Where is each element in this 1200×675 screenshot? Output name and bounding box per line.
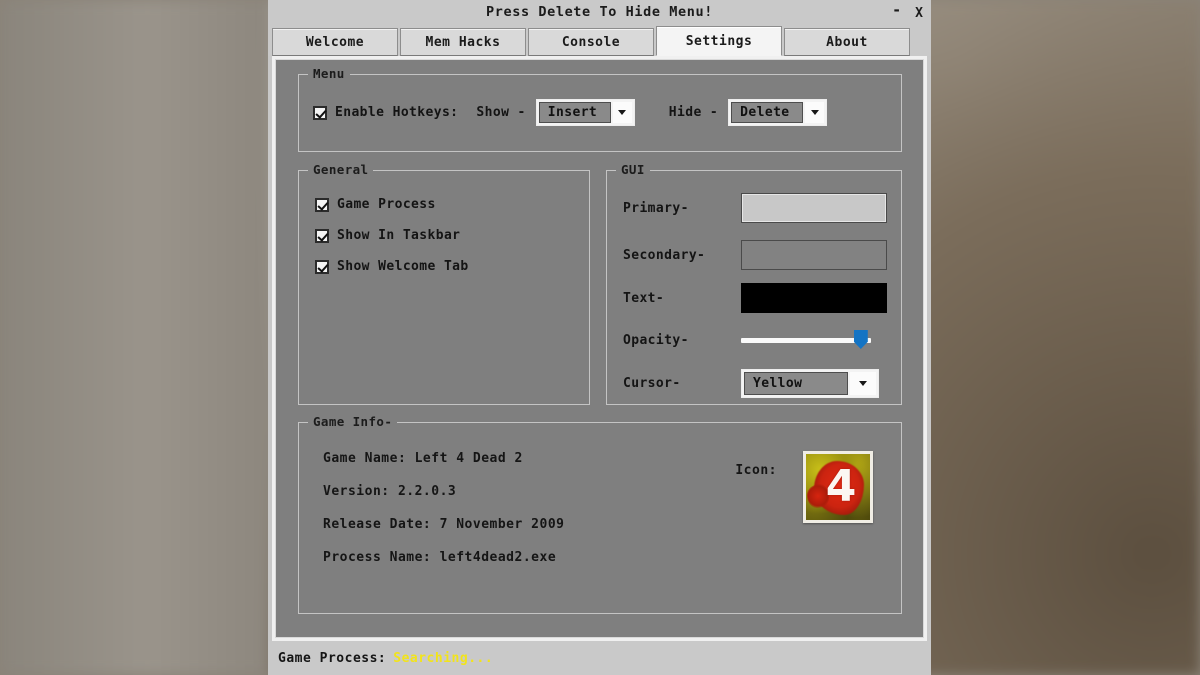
general-item-show-in-taskbar[interactable]: Show In Taskbar [315, 228, 460, 243]
gui-group-title: GUI [616, 162, 650, 177]
game-info-group: Game Info- Game Name: Left 4 Dead 2 Vers… [298, 422, 902, 614]
status-bar-value: Searching... [393, 651, 493, 666]
tab-settings[interactable]: Settings [656, 26, 782, 56]
close-button[interactable]: X [915, 7, 923, 20]
tab-label: Console [562, 35, 620, 50]
game-icon-art: 4 [806, 454, 870, 520]
text-color-label: Text- [623, 291, 741, 306]
primary-color-label: Primary- [623, 201, 741, 216]
game-icon: 4 [803, 451, 873, 523]
general-group-title: General [308, 162, 373, 177]
secondary-color-row: Secondary- [623, 240, 887, 270]
general-item-show-welcome-tab[interactable]: Show Welcome Tab [315, 259, 469, 274]
show-in-taskbar-checkbox[interactable] [315, 229, 329, 243]
hide-hotkey-label: Hide - [669, 105, 718, 120]
status-bar: Game Process: Searching... [268, 641, 931, 675]
secondary-color-swatch[interactable] [741, 240, 887, 270]
version-text: Version: 2.2.0.3 [323, 484, 456, 499]
cursor-dropdown[interactable]: Yellow [741, 369, 879, 398]
process-name-text: Process Name: left4dead2.exe [323, 550, 556, 565]
icon-label: Icon: [735, 463, 777, 478]
gui-group: GUI Primary- Secondary- Text- Opacity- [606, 170, 902, 405]
general-group: General Game Process Show In Taskbar Sho… [298, 170, 590, 405]
chevron-down-icon[interactable] [613, 102, 632, 123]
chevron-down-icon[interactable] [805, 102, 824, 123]
game-info-group-title: Game Info- [308, 414, 397, 429]
game-name-text: Game Name: Left 4 Dead 2 [323, 451, 523, 466]
cursor-row: Cursor- Yellow [623, 369, 887, 398]
settings-panel: Menu Enable Hotkeys: Show - Insert Hide … [275, 59, 924, 638]
release-date-text: Release Date: 7 November 2009 [323, 517, 564, 532]
primary-color-row: Primary- [623, 193, 887, 223]
show-hotkey-value: Insert [539, 102, 611, 123]
window-controls: - X [892, 0, 923, 26]
hotkeys-row: Enable Hotkeys: Show - Insert Hide - Del… [313, 99, 827, 126]
opacity-row: Opacity- [623, 329, 887, 351]
general-item-label: Show Welcome Tab [337, 259, 469, 274]
tab-label: Settings [686, 34, 753, 49]
window-title: Press Delete To Hide Menu! [268, 4, 931, 20]
tab-console[interactable]: Console [528, 28, 654, 56]
content-frame: Menu Enable Hotkeys: Show - Insert Hide … [272, 56, 927, 641]
game-icon-number: 4 [806, 454, 870, 520]
show-welcome-tab-checkbox[interactable] [315, 260, 329, 274]
chevron-down-icon[interactable] [850, 372, 876, 395]
text-color-row: Text- [623, 283, 887, 313]
general-item-label: Game Process [337, 197, 436, 212]
general-item-label: Show In Taskbar [337, 228, 460, 243]
cursor-value: Yellow [744, 372, 848, 395]
hide-hotkey-dropdown[interactable]: Delete [728, 99, 827, 126]
opacity-slider-track [741, 338, 871, 343]
opacity-label: Opacity- [623, 333, 741, 348]
tab-welcome[interactable]: Welcome [272, 28, 398, 56]
title-bar: Press Delete To Hide Menu! - X [268, 0, 931, 26]
general-item-game-process[interactable]: Game Process [315, 197, 436, 212]
opacity-slider-thumb[interactable] [854, 330, 868, 349]
minimize-button[interactable]: - [892, 3, 901, 18]
enable-hotkeys-checkbox[interactable] [313, 106, 327, 120]
tab-label: Mem Hacks [426, 35, 501, 50]
secondary-color-label: Secondary- [623, 248, 741, 263]
primary-color-swatch[interactable] [741, 193, 887, 223]
menu-group: Menu Enable Hotkeys: Show - Insert Hide … [298, 74, 902, 152]
tab-label: Welcome [306, 35, 364, 50]
menu-group-title: Menu [308, 66, 350, 81]
tab-mem-hacks[interactable]: Mem Hacks [400, 28, 526, 56]
tab-about[interactable]: About [784, 28, 910, 56]
show-hotkey-dropdown[interactable]: Insert [536, 99, 635, 126]
application-window: Press Delete To Hide Menu! - X Welcome M… [268, 0, 931, 675]
game-process-checkbox[interactable] [315, 198, 329, 212]
hide-hotkey-value: Delete [731, 102, 803, 123]
cursor-label: Cursor- [623, 376, 741, 391]
tab-label: About [826, 35, 868, 50]
opacity-slider[interactable] [741, 329, 871, 351]
show-hotkey-label: Show - [476, 105, 525, 120]
text-color-swatch[interactable] [741, 283, 887, 313]
status-bar-key: Game Process: [278, 651, 386, 666]
enable-hotkeys-label: Enable Hotkeys: [335, 105, 458, 120]
tab-strip: Welcome Mem Hacks Console Settings About [268, 26, 931, 56]
